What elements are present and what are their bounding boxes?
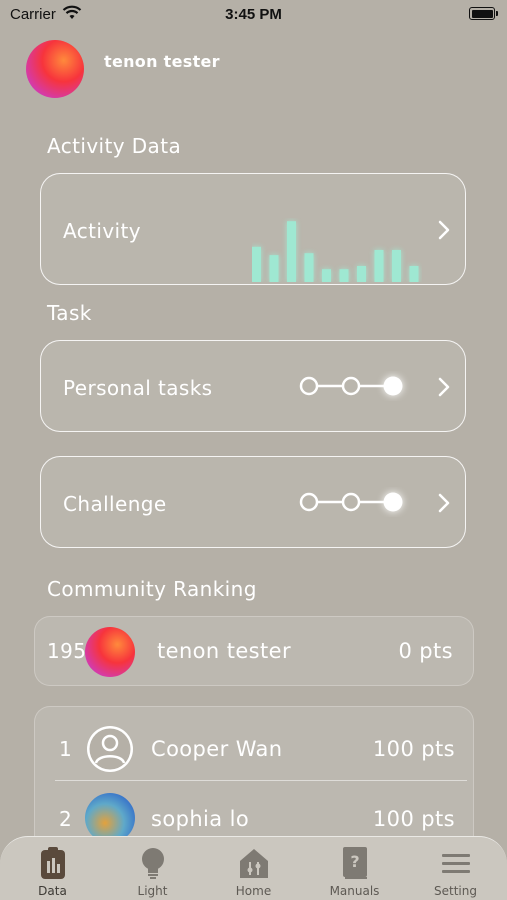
bulb-icon <box>141 848 164 879</box>
rank-name: Cooper Wan <box>151 737 283 761</box>
rank-number: 1 <box>59 737 73 761</box>
activity-bar <box>287 221 296 282</box>
my-ranking-row[interactable]: 195 tenon tester 0 pts <box>34 616 474 686</box>
home-icon <box>239 849 268 878</box>
my-rank-number: 195 <box>47 639 87 663</box>
chevron-right-icon <box>438 493 450 513</box>
table-row[interactable]: 1 Cooper Wan 100 pts <box>35 711 475 781</box>
activity-mini-chart <box>252 221 419 282</box>
activity-bar <box>269 255 279 282</box>
user-placeholder-icon <box>87 726 133 772</box>
rank-number: 2 <box>59 807 73 831</box>
status-bar: Carrier 3:45 PM <box>0 0 507 30</box>
tab-home-label: Home <box>235 884 272 898</box>
clock: 3:45 PM <box>225 6 282 23</box>
rank-name: sophia lo <box>151 807 250 831</box>
activity-bar <box>252 246 261 282</box>
activity-bar <box>322 269 331 282</box>
chevron-right-icon <box>438 220 450 240</box>
tab-setting-label: Setting <box>434 884 477 898</box>
profile-avatar[interactable] <box>26 40 84 98</box>
personal-tasks-label: Personal tasks <box>63 376 213 400</box>
avatar <box>85 627 135 677</box>
manual-icon: ? <box>342 847 367 879</box>
data-icon <box>40 847 65 879</box>
challenge-label: Challenge <box>63 492 167 516</box>
tab-manuals[interactable]: ? Manuals <box>304 837 405 900</box>
section-title-activity-data: Activity Data <box>47 134 182 158</box>
rank-points: 100 pts <box>372 807 455 831</box>
my-rank-name: tenon tester <box>157 639 291 663</box>
menu-icon <box>441 854 470 873</box>
tab-bar: Data Light Home ? Manuals Setting <box>0 836 507 900</box>
progress-dots-icon <box>299 492 403 512</box>
activity-bar <box>339 269 349 282</box>
activity-card-label: Activity <box>63 219 141 243</box>
tab-light[interactable]: Light <box>102 837 203 900</box>
svg-text:?: ? <box>350 852 359 871</box>
tab-data[interactable]: Data <box>2 837 103 900</box>
activity-bar <box>304 253 314 282</box>
tab-light-label: Light <box>137 884 168 898</box>
tab-data-label: Data <box>38 884 67 898</box>
profile-name: tenon tester <box>104 52 220 71</box>
activity-bar <box>392 250 401 282</box>
section-title-community-ranking: Community Ranking <box>47 577 257 601</box>
rank-points: 100 pts <box>372 737 455 761</box>
tab-manuals-label: Manuals <box>329 884 380 898</box>
section-title-task: Task <box>47 301 92 325</box>
activity-card[interactable]: Activity <box>40 173 466 285</box>
tab-setting[interactable]: Setting <box>405 837 506 900</box>
chevron-right-icon <box>438 377 450 397</box>
activity-bar <box>374 250 384 282</box>
progress-dots-icon <box>299 376 403 396</box>
challenge-card[interactable]: Challenge <box>40 456 466 548</box>
activity-bar <box>409 266 419 282</box>
tab-home[interactable]: Home <box>203 837 304 900</box>
my-rank-points: 0 pts <box>398 639 453 663</box>
activity-bar <box>357 266 366 282</box>
personal-tasks-card[interactable]: Personal tasks <box>40 340 466 432</box>
battery-icon <box>469 7 498 20</box>
